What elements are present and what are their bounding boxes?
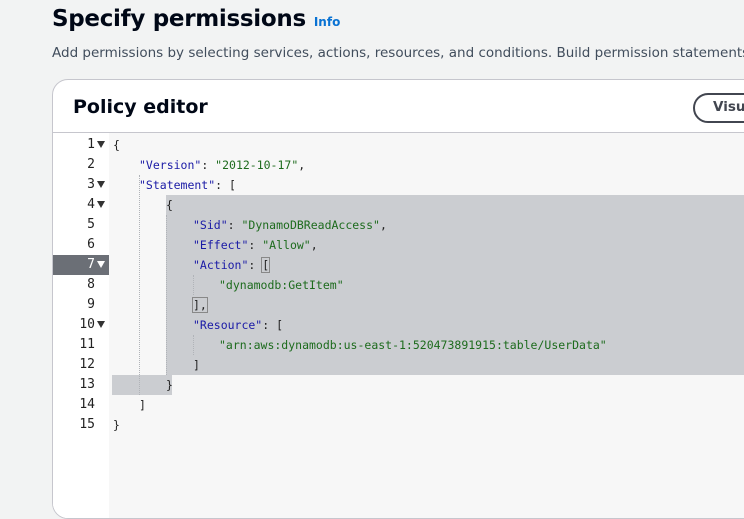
code-token: "Sid" [193, 218, 228, 232]
code-token: } [166, 378, 173, 392]
line-number: 14 [79, 397, 95, 412]
code-token: "DynamoDBReadAccess" [241, 218, 380, 232]
code-token: , [298, 158, 306, 172]
code-line: 10 "Resource": [ [53, 315, 744, 335]
code-token: ], [192, 297, 208, 313]
fold-arrow-icon[interactable] [97, 141, 105, 148]
code-line: 4 { [53, 195, 744, 215]
code-line: 6 "Effect": "Allow", [53, 235, 744, 255]
code-token: "Statement" [139, 178, 216, 192]
code-token: "Version" [139, 158, 202, 172]
code-line: 13 } [53, 375, 744, 395]
line-number: 5 [87, 217, 95, 232]
code-token: : [248, 238, 263, 252]
code-token: : [215, 178, 230, 192]
line-number: 3 [87, 177, 95, 192]
fold-arrow-icon[interactable] [97, 321, 105, 328]
code-line: 11 "arn:aws:dynamodb:us-east-1:520473891… [53, 335, 744, 355]
line-number: 11 [79, 337, 95, 352]
line-number: 15 [79, 417, 95, 432]
code-token: { [166, 198, 173, 212]
code-token: , [379, 218, 387, 232]
line-number: 1 [87, 137, 95, 152]
info-link[interactable]: Info [314, 15, 340, 29]
line-number: 7 [87, 257, 95, 272]
code-token: } [113, 418, 120, 432]
line-number: 6 [87, 237, 95, 252]
code-line: 9 ], [53, 295, 744, 315]
code-line: 5 "Sid": "DynamoDBReadAccess", [53, 215, 744, 235]
line-number: 13 [79, 377, 95, 392]
panel-title: Policy editor [73, 96, 208, 118]
page-title: Specify permissions [52, 6, 306, 32]
fold-arrow-icon[interactable] [97, 201, 105, 208]
code-line: 12 ] [53, 355, 744, 375]
code-token: , [310, 238, 318, 252]
policy-editor-panel: Policy editor Visual 1 { 2 "Version": "2… [52, 79, 744, 519]
visual-editor-button[interactable]: Visual [693, 93, 744, 123]
code-token: ] [139, 398, 146, 412]
code-token: "arn:aws:dynamodb:us-east-1:520473891915… [219, 338, 607, 352]
code-token: : [248, 258, 263, 272]
code-token: : [227, 218, 242, 232]
code-token: "Allow" [262, 238, 311, 252]
line-number: 2 [87, 157, 95, 172]
fold-arrow-icon[interactable] [97, 181, 105, 188]
code-token: [ [229, 178, 236, 192]
code-token: "Effect" [193, 238, 249, 252]
code-line: 2 "Version": "2012-10-17", [53, 155, 744, 175]
fold-arrow-icon[interactable] [97, 261, 105, 268]
code-token: : [262, 318, 277, 332]
code-line: 14 ] [53, 395, 744, 415]
code-token: "Action" [193, 258, 249, 272]
code-line: 15 } [53, 415, 744, 435]
line-number: 8 [87, 277, 95, 292]
code-line-active: 7 "Action": [ [53, 255, 744, 275]
code-editor[interactable]: 1 { 2 "Version": "2012-10-17", 3 "Statem… [53, 132, 744, 518]
page-header: Specify permissions Info [52, 6, 340, 32]
code-token: "dynamodb:GetItem" [219, 278, 344, 292]
code-token: { [113, 138, 120, 152]
code-token: ] [193, 358, 200, 372]
code-token: "Resource" [193, 318, 263, 332]
code-line: 3 "Statement": [ [53, 175, 744, 195]
code-line: 1 { [53, 135, 744, 155]
code-line: 8 "dynamodb:GetItem" [53, 275, 744, 295]
code-token: [ [261, 257, 271, 273]
line-number: 10 [79, 317, 95, 332]
line-number: 4 [87, 197, 95, 212]
page-description: Add permissions by selecting services, a… [52, 45, 744, 61]
code-token: : [201, 158, 216, 172]
code-token: [ [276, 318, 284, 332]
line-number: 9 [87, 297, 95, 312]
line-number: 12 [79, 357, 95, 372]
code-token: "2012-10-17" [215, 158, 299, 172]
